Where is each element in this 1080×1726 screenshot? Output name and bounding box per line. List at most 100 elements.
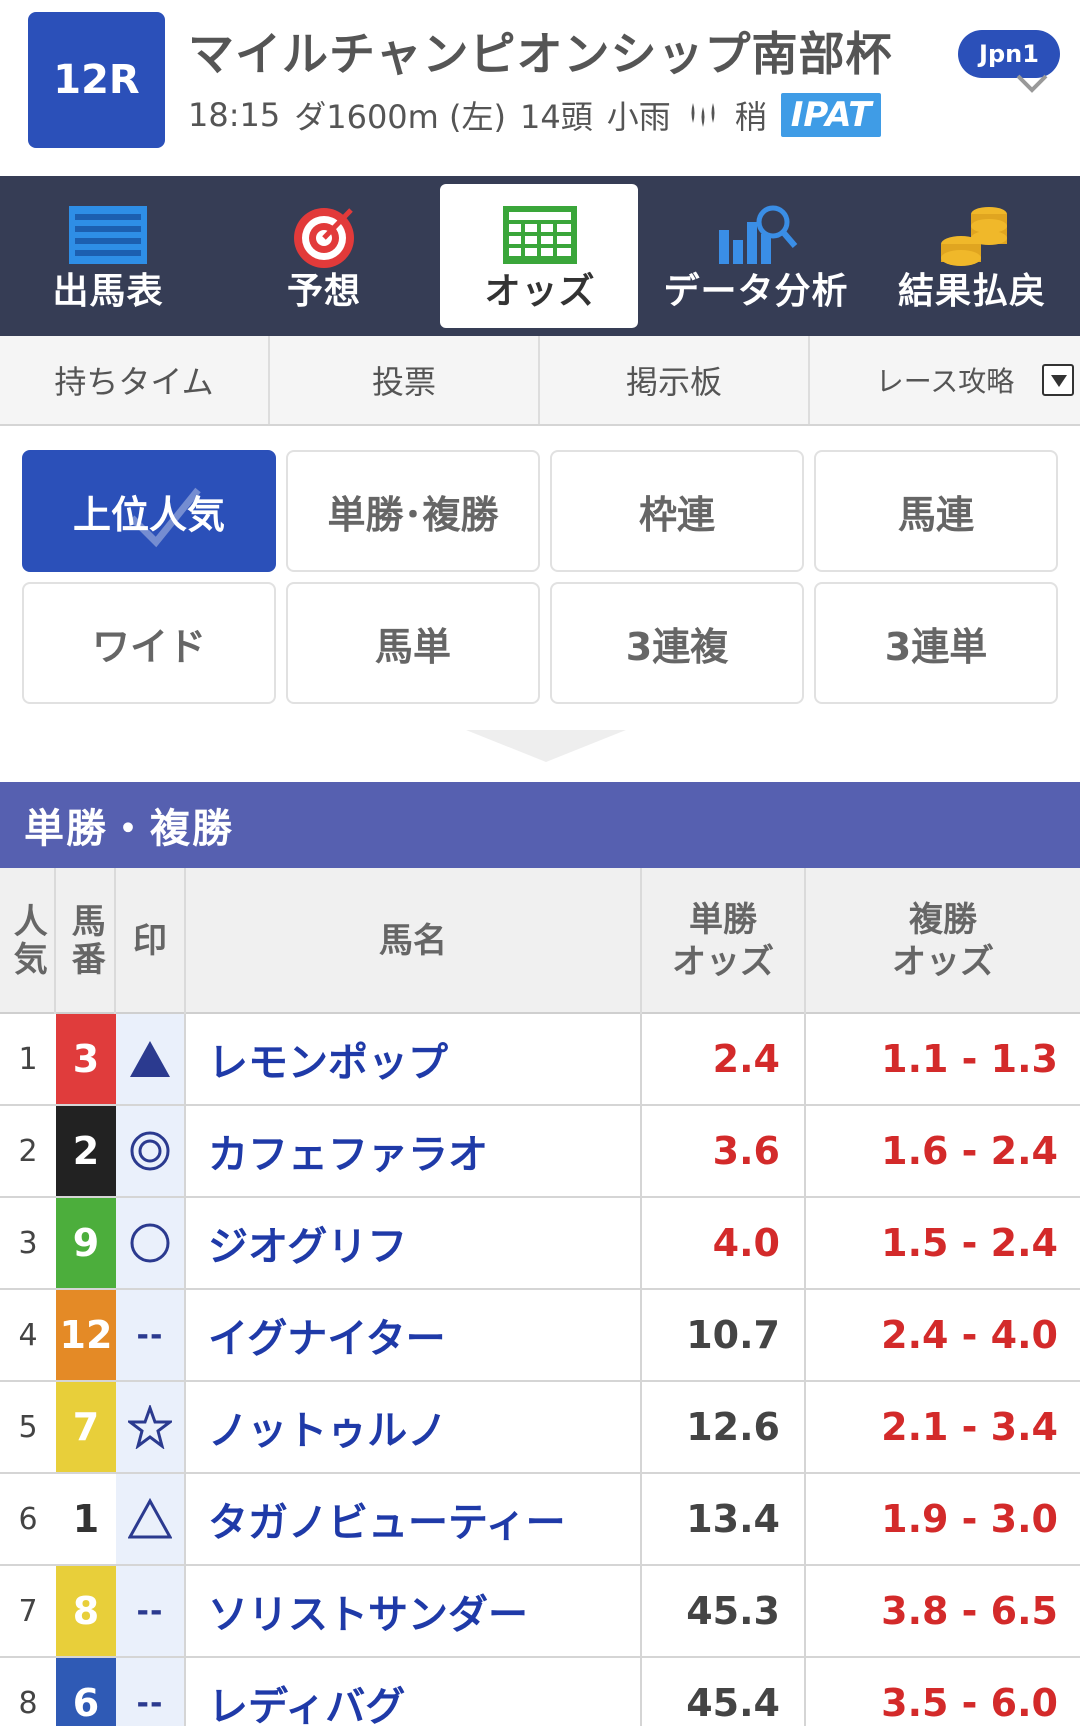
header-name: 馬名 bbox=[186, 868, 642, 1014]
bet-type-bracket-quinella[interactable]: 枠連 bbox=[550, 450, 804, 572]
coins-icon bbox=[941, 207, 1007, 266]
place-odds: 1.6 - 2.4 bbox=[881, 1129, 1058, 1173]
table-header: 人気 馬番 印 馬名 単勝 オッズ 複勝 オッズ bbox=[0, 868, 1080, 1014]
horse-number: 8 bbox=[56, 1566, 116, 1656]
section-title: 単勝・複勝 bbox=[0, 782, 1080, 868]
popularity-rank: 4 bbox=[18, 1317, 38, 1353]
table-row[interactable]: 1 3 レモンポップ 2.4 1.1 - 1.3 bbox=[0, 1014, 1080, 1106]
header-number-label: 馬番 bbox=[65, 903, 106, 979]
bet-type-label: 上位人気 bbox=[72, 492, 225, 537]
bet-type-quinella[interactable]: 馬連 bbox=[814, 450, 1058, 572]
win-odds: 45.4 bbox=[642, 1658, 806, 1726]
place-odds: 1.9 - 3.0 bbox=[881, 1497, 1058, 1541]
subnav-bulletin-board[interactable]: 掲示板 bbox=[540, 336, 810, 424]
chevron-down-icon[interactable] bbox=[1012, 62, 1052, 102]
triangle-mark-icon bbox=[128, 1497, 172, 1539]
place-odds: 2.4 - 4.0 bbox=[881, 1313, 1058, 1357]
header-place-odds: 複勝 オッズ bbox=[892, 899, 994, 983]
race-card-icon bbox=[69, 206, 147, 264]
weather-label: 小雨 bbox=[606, 98, 671, 136]
prediction-mark[interactable]: -- bbox=[116, 1566, 186, 1656]
nav-race-card[interactable]: 出馬表 bbox=[0, 176, 216, 336]
target-icon bbox=[294, 208, 354, 268]
header-mark: 印 bbox=[116, 868, 186, 1014]
horse-name-link[interactable]: レディバグ bbox=[186, 1658, 642, 1726]
race-number-badge: 12R bbox=[28, 12, 165, 148]
place-odds: 1.1 - 1.3 bbox=[881, 1037, 1058, 1081]
star-mark-icon bbox=[128, 1405, 172, 1449]
popularity-rank: 3 bbox=[18, 1225, 38, 1261]
bet-type-popular[interactable]: 上位人気 bbox=[22, 450, 276, 572]
sub-nav: 持ちタイム 投票 掲示板 レース攻略 bbox=[0, 336, 1080, 426]
horse-name-link[interactable]: ノットゥルノ bbox=[186, 1382, 642, 1472]
down-arrow-icon bbox=[466, 730, 626, 762]
place-odds: 2.1 - 3.4 bbox=[881, 1405, 1058, 1449]
rain-icon bbox=[691, 103, 715, 127]
bet-type-trifecta[interactable]: 3連単 bbox=[814, 582, 1058, 704]
nav-data-analysis[interactable]: データ分析 bbox=[648, 176, 864, 336]
win-odds: 12.6 bbox=[642, 1382, 806, 1472]
table-row[interactable]: 5 7 ノットゥルノ 12.6 2.1 - 3.4 bbox=[0, 1382, 1080, 1474]
win-odds: 2.4 bbox=[642, 1014, 806, 1104]
bet-type-win-place[interactable]: 単勝･複勝 bbox=[286, 450, 540, 572]
table-row[interactable]: 3 9 ジオグリフ 4.0 1.5 - 2.4 bbox=[0, 1198, 1080, 1290]
prediction-mark[interactable] bbox=[116, 1474, 186, 1564]
prediction-mark[interactable]: -- bbox=[116, 1658, 186, 1726]
horse-name-link[interactable]: イグナイター bbox=[186, 1290, 642, 1380]
horse-number: 1 bbox=[56, 1474, 116, 1564]
win-odds: 10.7 bbox=[642, 1290, 806, 1380]
popularity-rank: 8 bbox=[18, 1685, 38, 1721]
horse-number: 9 bbox=[56, 1198, 116, 1288]
win-odds: 3.6 bbox=[642, 1106, 806, 1196]
circle-mark-icon bbox=[130, 1223, 170, 1263]
prediction-mark[interactable] bbox=[116, 1106, 186, 1196]
nav-results[interactable]: 結果払戻 bbox=[864, 176, 1080, 336]
prediction-mark[interactable]: -- bbox=[116, 1290, 186, 1380]
subnav-race-strategy-label: レース攻略 bbox=[875, 365, 1015, 398]
horse-name-link[interactable]: ソリストサンダー bbox=[186, 1566, 642, 1656]
popularity-rank: 2 bbox=[18, 1133, 38, 1169]
horse-number: 3 bbox=[56, 1014, 116, 1104]
table-row[interactable]: 2 2 カフェファラオ 3.6 1.6 - 2.4 bbox=[0, 1106, 1080, 1198]
horse-name-link[interactable]: レモンポップ bbox=[186, 1014, 642, 1104]
horse-number: 7 bbox=[56, 1382, 116, 1472]
no-mark: -- bbox=[136, 1685, 164, 1721]
prediction-mark[interactable] bbox=[116, 1198, 186, 1288]
bet-type-trio[interactable]: 3連複 bbox=[550, 582, 804, 704]
subnav-race-strategy[interactable]: レース攻略 bbox=[810, 336, 1080, 424]
prediction-mark[interactable] bbox=[116, 1382, 186, 1472]
table-row[interactable]: 6 1 タガノビューティー 13.4 1.9 - 3.0 bbox=[0, 1474, 1080, 1566]
table-row[interactable]: 8 6 -- レディバグ 45.4 3.5 - 6.0 bbox=[0, 1658, 1080, 1726]
popularity-rank: 5 bbox=[18, 1409, 38, 1445]
win-odds: 4.0 bbox=[642, 1198, 806, 1288]
double-circle-mark-icon bbox=[130, 1131, 170, 1171]
table-row[interactable]: 7 8 -- ソリストサンダー 45.3 3.8 - 6.5 bbox=[0, 1566, 1080, 1658]
dropdown-icon[interactable] bbox=[1042, 364, 1074, 396]
horse-name-link[interactable]: カフェファラオ bbox=[186, 1106, 642, 1196]
bet-type-exacta[interactable]: 馬単 bbox=[286, 582, 540, 704]
popularity-rank: 7 bbox=[18, 1593, 38, 1629]
header-win-odds: 単勝 オッズ bbox=[642, 868, 806, 1014]
odds-table-icon bbox=[503, 206, 577, 264]
header-rank: 人気 bbox=[0, 868, 56, 1014]
horse-name-link[interactable]: タガノビューティー bbox=[186, 1474, 642, 1564]
subnav-best-time[interactable]: 持ちタイム bbox=[0, 336, 270, 424]
race-title: マイルチャンピオンシップ南部杯 bbox=[188, 27, 893, 81]
prediction-mark[interactable] bbox=[116, 1014, 186, 1104]
header-number: 馬番 bbox=[56, 868, 116, 1014]
bet-type-wide[interactable]: ワイド bbox=[22, 582, 276, 704]
filled-triangle-mark-icon bbox=[130, 1041, 170, 1077]
horse-name-link[interactable]: ジオグリフ bbox=[186, 1198, 642, 1288]
place-odds: 3.8 - 6.5 bbox=[881, 1589, 1058, 1633]
nav-prediction[interactable]: 予想 bbox=[216, 176, 432, 336]
popularity-rank: 6 bbox=[18, 1501, 38, 1537]
subnav-vote[interactable]: 投票 bbox=[270, 336, 540, 424]
nav-odds[interactable]: オッズ bbox=[432, 176, 648, 336]
horse-number: 6 bbox=[56, 1658, 116, 1726]
place-odds: 1.5 - 2.4 bbox=[881, 1221, 1058, 1265]
horse-number: 12 bbox=[56, 1290, 116, 1380]
ipat-badge[interactable]: IPAT bbox=[780, 93, 882, 137]
track-condition: 稍 bbox=[734, 98, 767, 136]
table-row[interactable]: 4 12 -- イグナイター 10.7 2.4 - 4.0 bbox=[0, 1290, 1080, 1382]
runner-count: 14頭 bbox=[519, 98, 593, 136]
